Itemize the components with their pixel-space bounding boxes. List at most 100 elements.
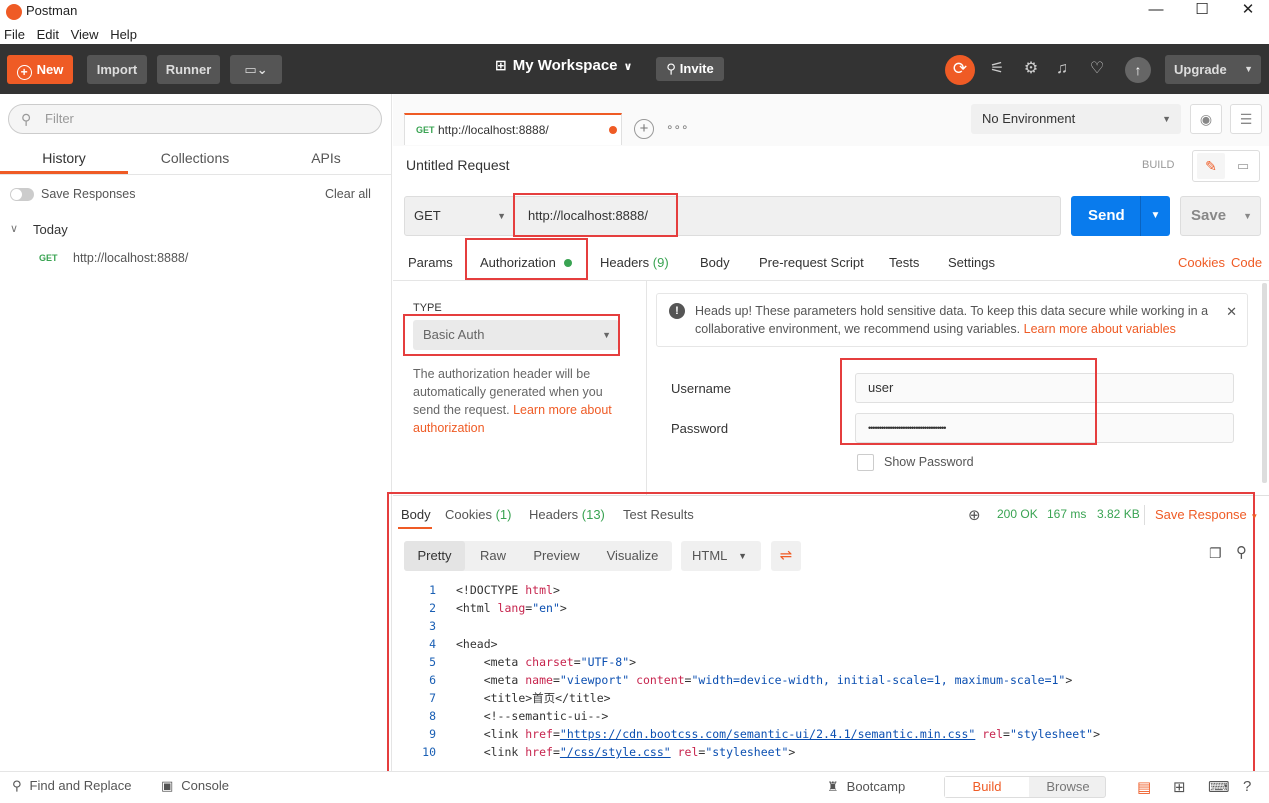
menu-edit[interactable]: Edit [33,24,63,42]
build-toggle-button[interactable]: Build [945,777,1029,797]
find-replace-button[interactable]: ⚲ Find and Replace [12,778,131,794]
view-visualize-button[interactable]: Visualize [596,541,669,571]
code-token: = [1003,727,1010,741]
request-tab[interactable]: GET http://localhost:8888/ [404,113,622,145]
line-number: 8 [429,709,436,723]
close-icon[interactable]: ✕ [1226,303,1237,321]
browse-toggle-button[interactable]: Browse [1031,777,1105,797]
response-status[interactable]: 200 OK [997,507,1038,521]
code-token: </title> [555,691,611,705]
response-time[interactable]: 167 ms [1047,507,1086,521]
send-button[interactable]: Send ▼ [1071,196,1170,236]
code-token: "width=device-width, initial-scale=1, ma… [691,673,1066,687]
language-select[interactable]: HTML ▼ [681,541,761,571]
runner-button[interactable]: Runner [157,55,220,84]
sync-icon[interactable]: ⟳ [945,55,975,85]
save-button[interactable]: Save ▼ [1180,196,1261,236]
settings-gear-icon[interactable]: ⚙ [1021,59,1041,79]
user-avatar[interactable]: ↑ [1125,57,1151,83]
edit-pencil-icon[interactable]: ✎ [1197,153,1225,179]
sliders-icon[interactable]: ☰ [1230,104,1262,134]
cookies-link[interactable]: Cookies [1178,255,1225,270]
code-token: <head> [456,637,498,651]
tab-pre-request-script[interactable]: Pre-request Script [759,255,864,270]
search-icon[interactable]: ⚲ [1236,543,1247,561]
new-window-button[interactable]: ▭⌄ [230,55,282,84]
save-responses-toggle[interactable] [10,188,34,201]
environment-select[interactable]: No Environment ▼ [971,104,1181,134]
heart-icon[interactable]: ♡ [1087,59,1107,79]
tab-history[interactable]: History [0,150,128,166]
view-preview-button[interactable]: Preview [524,541,589,571]
filter-input[interactable]: ⚲ Filter [8,104,382,134]
environment-label: No Environment [982,111,1076,126]
help-icon[interactable]: ? [1243,778,1251,795]
response-body-code[interactable]: 1 <!DOCTYPE html> 2 <html lang="en"> 3 4 <head… [400,581,1245,761]
scrollbar[interactable] [1262,283,1267,483]
caret-down-icon[interactable]: ▼ [1243,197,1252,235]
code-token: name [525,673,553,687]
keyboard-icon[interactable]: ⌨ [1208,778,1230,796]
bootcamp-button[interactable]: ♜ Bootcamp [827,779,905,795]
history-item[interactable]: GET http://localhost:8888/ [0,244,391,270]
response-tab-test-results[interactable]: Test Results [623,507,694,522]
tab-tests[interactable]: Tests [889,255,919,270]
credentials-highlight-box [840,358,1097,445]
chevron-down-icon[interactable]: ∨ [10,222,18,235]
code-token: > [629,655,637,669]
code-token: <title> [483,691,533,705]
tab-headers[interactable]: Headers (9) [600,255,669,270]
notifications-bell-icon[interactable]: ♫ [1052,59,1072,79]
save-response-button[interactable]: Save Response ▼ [1155,507,1258,522]
tab-body[interactable]: Body [700,255,730,270]
workspace-selector[interactable]: ⊞ My Workspace ∨ [495,57,632,74]
wrap-lines-icon[interactable]: ⇌ [771,541,801,571]
code-token: > [788,745,796,759]
tab-collections[interactable]: Collections [130,150,260,166]
new-button[interactable]: + New [7,55,73,84]
maximize-icon[interactable]: ☐ [1179,0,1225,24]
code-line: 2 <html lang="en"> [400,599,1245,617]
code-link[interactable]: Code [1231,255,1262,270]
response-tab-cookies[interactable]: Cookies (1) [445,507,511,522]
response-tab-body[interactable]: Body [401,507,431,522]
caret-down-icon[interactable]: ▼ [1140,196,1170,236]
show-password-checkbox[interactable] [857,454,874,471]
copy-icon[interactable]: ❐ [1209,545,1222,562]
layout-icon[interactable]: ⊞ [1173,778,1186,796]
line-number: 4 [429,637,436,651]
view-raw-button[interactable]: Raw [468,541,518,571]
menu-view[interactable]: View [67,24,103,42]
new-tab-plus-icon[interactable]: + [634,119,654,139]
postman-logo-icon [6,4,22,20]
clear-all-link[interactable]: Clear all [325,187,371,201]
satellite-icon[interactable]: ⚟ [987,59,1007,79]
more-tabs-icon[interactable]: ∘∘∘ [666,120,689,134]
code-token: = [552,727,560,741]
tab-apis[interactable]: APIs [262,150,390,166]
code-token: <meta [483,673,526,687]
code-token: "/css/style.css" [559,745,671,759]
request-name[interactable]: Untitled Request [406,157,510,173]
response-tab-headers[interactable]: Headers (13) [529,507,605,522]
save-responses-label: Save Responses [41,187,136,201]
menu-help[interactable]: Help [106,24,141,42]
tab-params[interactable]: Params [408,255,453,270]
import-button[interactable]: Import [87,55,147,84]
code-line: 8 <!--semantic-ui--> [400,707,1245,725]
console-button[interactable]: ▣ Console [161,778,229,794]
comment-icon[interactable]: ▭ [1230,153,1256,179]
view-pretty-button[interactable]: Pretty [404,541,465,571]
close-icon[interactable]: ✕ [1225,0,1269,24]
globe-icon[interactable]: ⊕ [968,506,981,524]
menu-file[interactable]: File [0,24,29,42]
method-select[interactable]: GET ▼ [404,196,515,236]
two-pane-icon[interactable]: ▤ [1137,778,1151,796]
response-size[interactable]: 3.82 KB [1097,507,1140,521]
tab-settings[interactable]: Settings [948,255,995,270]
eye-icon[interactable]: ◉ [1190,104,1222,134]
invite-button[interactable]: ⚲ Invite [656,57,724,81]
minimize-icon[interactable]: — [1133,0,1179,24]
upgrade-button[interactable]: Upgrade ▼ [1165,55,1261,84]
learn-more-variables-link[interactable]: Learn more about variables [1024,322,1176,336]
